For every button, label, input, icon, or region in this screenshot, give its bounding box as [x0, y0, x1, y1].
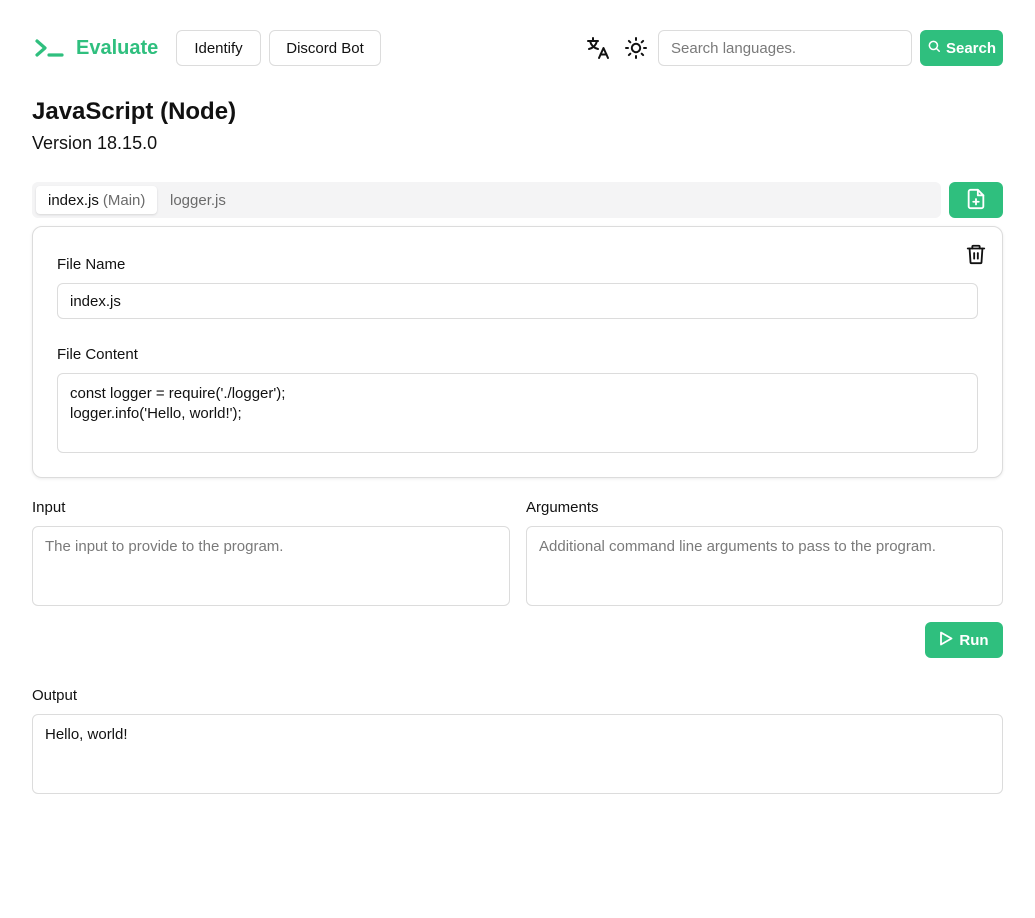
output-box: Hello, world! — [32, 714, 1003, 794]
file-name-label: File Name — [57, 256, 126, 273]
arguments-label: Arguments — [526, 499, 599, 516]
file-content-label: File Content — [57, 346, 138, 363]
output-label: Output — [32, 687, 78, 704]
search-input[interactable] — [658, 30, 912, 66]
search-button[interactable]: Search — [920, 30, 1003, 66]
language-version: Version 18.15.0 — [32, 133, 158, 153]
code-line: const logger = require('./logger'); — [70, 385, 286, 402]
input-label: Input — [32, 499, 66, 516]
add-file-button[interactable] — [949, 182, 1003, 218]
translate-icon[interactable] — [586, 36, 610, 60]
trash-icon[interactable] — [964, 241, 988, 267]
terminal-prompt-icon — [34, 38, 66, 58]
tab-label: index.js — [48, 191, 99, 209]
page-title: JavaScript (Node) — [32, 98, 237, 125]
tab-label: logger.js — [170, 191, 226, 209]
logo-text: Evaluate — [76, 36, 159, 59]
file-tabs: index.js (Main) logger.js — [32, 182, 941, 218]
identify-button[interactable]: Identify — [176, 30, 261, 66]
file-editor-card: File Name index.js File Content const lo… — [32, 226, 1003, 478]
program-input-textarea[interactable]: The input to provide to the program. — [32, 526, 510, 606]
run-button[interactable]: Run — [925, 622, 1003, 658]
play-icon — [939, 631, 953, 650]
file-content-textarea[interactable]: const logger = require('./logger'); logg… — [57, 373, 978, 453]
file-name-input[interactable]: index.js — [57, 283, 978, 319]
search-button-label: Search — [945, 39, 997, 57]
logo[interactable]: Evaluate — [34, 30, 158, 66]
tab-index-js[interactable]: index.js (Main) — [36, 186, 158, 214]
code-line: logger.info('Hello, world!'); — [70, 405, 242, 422]
discord-bot-button[interactable]: Discord Bot — [269, 30, 381, 66]
file-plus-icon — [965, 188, 987, 213]
search-icon — [927, 39, 941, 57]
run-button-label: Run — [959, 631, 989, 649]
header: Evaluate Identify Discord Bot Search — [32, 30, 1003, 66]
main-tag: (Main) — [102, 191, 146, 209]
sun-icon[interactable] — [624, 36, 648, 60]
tab-logger-js[interactable]: logger.js — [158, 186, 238, 214]
arguments-textarea[interactable]: Additional command line arguments to pas… — [526, 526, 1003, 606]
